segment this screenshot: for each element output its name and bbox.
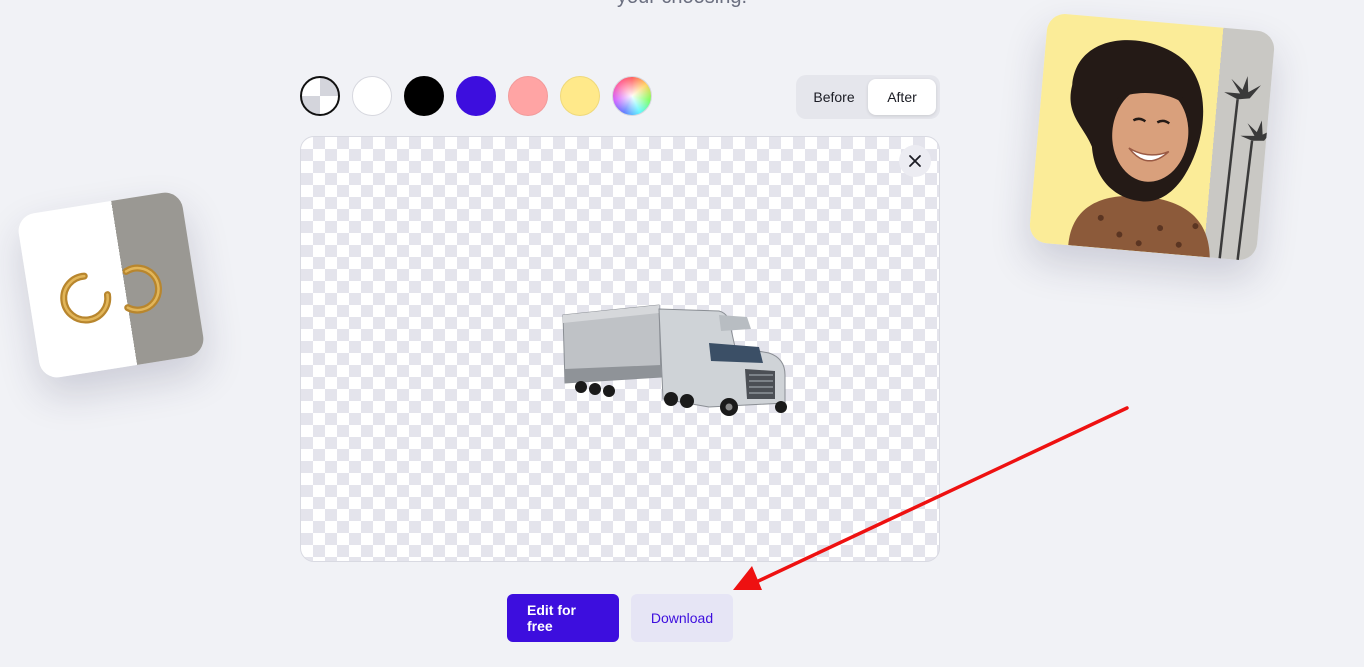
swatch-pink[interactable] [508, 76, 548, 116]
before-after-toggle: Before After [796, 75, 940, 119]
earrings-image [60, 264, 163, 324]
swatch-black[interactable] [404, 76, 444, 116]
swatch-purple[interactable] [456, 76, 496, 116]
close-icon [909, 155, 921, 167]
portrait-image [1068, 40, 1274, 261]
action-buttons: Edit for free Download [507, 594, 733, 642]
truck-cutout-image [562, 304, 787, 416]
page-subtitle: your choosing. [0, 0, 1364, 9]
swatch-custom-color[interactable] [612, 76, 652, 116]
swatch-transparent[interactable] [300, 76, 340, 116]
portrait-sample-card [1028, 12, 1276, 262]
background-color-picker [300, 76, 652, 116]
swatch-yellow[interactable] [560, 76, 600, 116]
edit-for-free-button[interactable]: Edit for free [507, 594, 619, 642]
download-button[interactable]: Download [631, 594, 733, 642]
close-button[interactable] [899, 145, 931, 177]
earrings-sample-card [16, 190, 206, 380]
before-button[interactable]: Before [800, 79, 868, 115]
result-canvas [300, 136, 940, 562]
after-button[interactable]: After [868, 79, 936, 115]
swatch-white[interactable] [352, 76, 392, 116]
